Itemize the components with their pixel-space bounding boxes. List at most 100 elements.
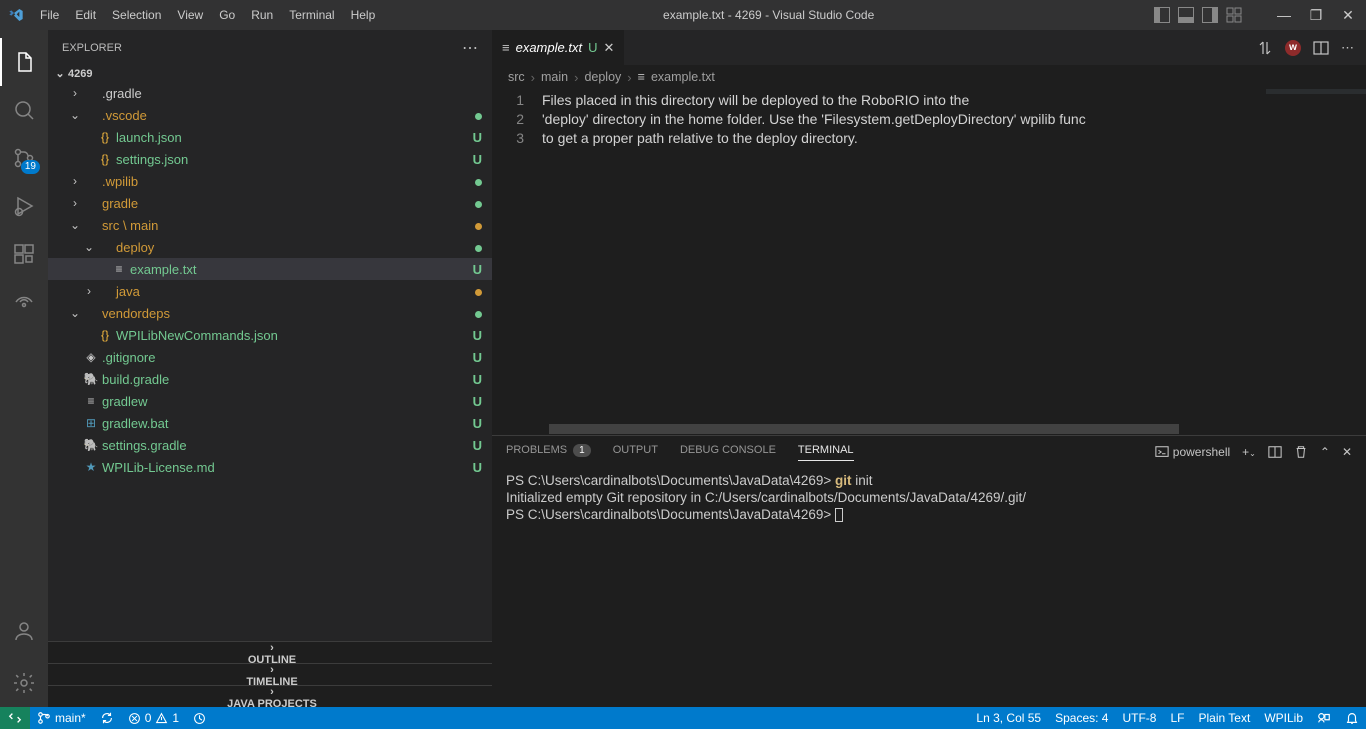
tree-item-example-txt[interactable]: ≡example.txtU <box>48 258 492 280</box>
git-decoration <box>468 108 482 123</box>
tree-item--gitignore[interactable]: ◈.gitignoreU <box>48 346 492 368</box>
tree-item-gradle[interactable]: ›gradle <box>48 192 492 214</box>
tab-example-txt[interactable]: ≡ example.txt U ✕ <box>492 30 625 65</box>
panel-tabs: PROBLEMS 1 OUTPUT DEBUG CONSOLE TERMINAL… <box>492 436 1366 468</box>
tree-item--gradle[interactable]: ›.gradle <box>48 82 492 104</box>
menu-view[interactable]: View <box>169 8 211 22</box>
tab-close-icon[interactable]: ✕ <box>603 40 614 56</box>
breadcrumb-src[interactable]: src <box>508 70 525 84</box>
window-close[interactable]: ✕ <box>1338 7 1358 24</box>
toggle-primary-sidebar-icon[interactable] <box>1154 7 1170 23</box>
project-root[interactable]: ⌄ 4269 <box>48 65 492 82</box>
tree-item-vendordeps[interactable]: ⌄vendordeps <box>48 302 492 324</box>
panel-tab-terminal[interactable]: TERMINAL <box>798 444 854 461</box>
tree-item-label: WPILibNewCommands.json <box>116 328 468 343</box>
tree-item-java[interactable]: ›java <box>48 280 492 302</box>
breadcrumb-main[interactable]: main <box>541 70 568 84</box>
tree-item-settings-gradle[interactable]: 🐘settings.gradleU <box>48 434 492 456</box>
outline-panel[interactable]: ›OUTLINE <box>48 641 492 663</box>
tree-item-gradlew[interactable]: ≡gradlewU <box>48 390 492 412</box>
compare-changes-icon[interactable] <box>1257 40 1273 56</box>
activity-source-control[interactable]: 19 <box>0 134 48 182</box>
sidebar-collapsed-panels: ›OUTLINE ›TIMELINE ›JAVA PROJECTS <box>48 641 492 707</box>
kill-terminal-icon[interactable] <box>1294 445 1308 459</box>
activity-share[interactable] <box>0 278 48 326</box>
editor-tabs: ≡ example.txt U ✕ w ⋯ <box>492 30 1366 65</box>
status-encoding[interactable]: UTF-8 <box>1115 711 1163 725</box>
line-numbers: 123 <box>492 89 542 435</box>
editor-content[interactable]: Files placed in this directory will be d… <box>542 89 1266 435</box>
activity-search[interactable] <box>0 86 48 134</box>
tree-item-build-gradle[interactable]: 🐘build.gradleU <box>48 368 492 390</box>
tree-item-label: java <box>116 284 468 299</box>
status-sync[interactable] <box>93 707 121 729</box>
breadcrumbs[interactable]: src› main› deploy› ≡ example.txt <box>492 65 1366 89</box>
sidebar-header: EXPLORER ⋯ <box>48 30 492 65</box>
horizontal-scrollbar[interactable] <box>539 423 1366 435</box>
status-branch[interactable]: main* <box>30 707 93 729</box>
status-problems[interactable]: 0 1 <box>121 707 186 729</box>
status-cursor-position[interactable]: Ln 3, Col 55 <box>969 711 1048 725</box>
activity-explorer[interactable] <box>0 38 48 86</box>
activity-accounts[interactable] <box>0 607 48 655</box>
file-icon: {} <box>96 328 114 342</box>
sidebar-more-icon[interactable]: ⋯ <box>462 38 478 58</box>
tree-item-settings-json[interactable]: {}settings.jsonU <box>48 148 492 170</box>
toggle-panel-icon[interactable] <box>1178 7 1194 23</box>
breadcrumb-deploy[interactable]: deploy <box>584 70 621 84</box>
terminal-content[interactable]: PS C:\Users\cardinalbots\Documents\JavaD… <box>492 468 1366 707</box>
status-notifications-icon[interactable] <box>1338 711 1366 725</box>
activity-extensions[interactable] <box>0 230 48 278</box>
file-icon: {} <box>96 152 114 166</box>
menu-help[interactable]: Help <box>343 8 384 22</box>
split-editor-icon[interactable] <box>1313 40 1329 56</box>
activity-run-debug[interactable] <box>0 182 48 230</box>
status-language[interactable]: Plain Text <box>1192 711 1258 725</box>
wpilib-icon[interactable]: w <box>1285 40 1301 56</box>
project-name: 4269 <box>68 68 92 80</box>
activity-settings[interactable] <box>0 659 48 707</box>
menu-edit[interactable]: Edit <box>67 8 104 22</box>
panel-tab-problems[interactable]: PROBLEMS 1 <box>506 444 591 461</box>
tree-item--wpilib[interactable]: ›.wpilib <box>48 170 492 192</box>
tree-item-launch-json[interactable]: {}launch.jsonU <box>48 126 492 148</box>
chevron-icon: › <box>68 196 82 210</box>
status-feedback-icon[interactable] <box>1310 711 1338 725</box>
tree-item-wpilib-license-md[interactable]: ★WPILib-License.mdU <box>48 456 492 478</box>
remote-indicator[interactable] <box>0 707 30 729</box>
java-projects-panel[interactable]: ›JAVA PROJECTS <box>48 685 492 707</box>
tree-item-src-main[interactable]: ⌄src \ main <box>48 214 492 236</box>
more-actions-icon[interactable]: ⋯ <box>1341 40 1354 56</box>
tree-item--vscode[interactable]: ⌄.vscode <box>48 104 492 126</box>
window-minimize[interactable]: — <box>1274 7 1294 23</box>
scm-badge: 19 <box>21 160 40 174</box>
close-panel-icon[interactable]: ✕ <box>1342 445 1352 459</box>
menu-selection[interactable]: Selection <box>104 8 169 22</box>
status-port[interactable] <box>186 707 213 729</box>
tree-item-gradlew-bat[interactable]: ⊞gradlew.batU <box>48 412 492 434</box>
panel-tab-debug-console[interactable]: DEBUG CONSOLE <box>680 444 776 460</box>
menu-go[interactable]: Go <box>211 8 243 22</box>
tree-item-wpilibnewcommands-json[interactable]: {}WPILibNewCommands.jsonU <box>48 324 492 346</box>
maximize-panel-icon[interactable]: ⌃ <box>1320 445 1330 459</box>
tab-git-status: U <box>588 40 597 55</box>
status-eol[interactable]: LF <box>1163 711 1191 725</box>
terminal-launch-profile[interactable]: powershell <box>1155 445 1230 459</box>
toggle-secondary-sidebar-icon[interactable] <box>1202 7 1218 23</box>
split-terminal-icon[interactable] <box>1268 445 1282 459</box>
panel-tab-output[interactable]: OUTPUT <box>613 444 658 460</box>
new-terminal-icon[interactable]: +⌄ <box>1242 445 1256 459</box>
editor-body[interactable]: 123 Files placed in this directory will … <box>492 89 1366 435</box>
tree-item-deploy[interactable]: ⌄deploy <box>48 236 492 258</box>
customize-layout-icon[interactable] <box>1226 7 1242 23</box>
status-indentation[interactable]: Spaces: 4 <box>1048 711 1115 725</box>
minimap[interactable] <box>1266 89 1366 435</box>
status-wpilib[interactable]: WPILib <box>1257 711 1310 725</box>
menu-terminal[interactable]: Terminal <box>281 8 342 22</box>
tree-item-label: deploy <box>116 240 468 255</box>
breadcrumb-file[interactable]: example.txt <box>651 70 715 84</box>
timeline-panel[interactable]: ›TIMELINE <box>48 663 492 685</box>
menu-file[interactable]: File <box>32 8 67 22</box>
menu-run[interactable]: Run <box>243 8 281 22</box>
window-restore[interactable]: ❐ <box>1306 7 1326 24</box>
